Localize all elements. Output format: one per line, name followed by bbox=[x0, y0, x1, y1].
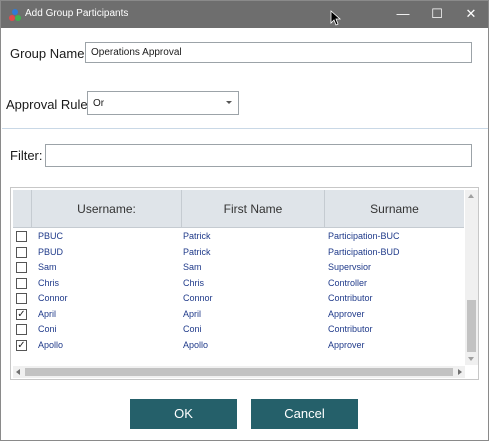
row-select-checkbox[interactable] bbox=[16, 293, 27, 304]
cell-username: April bbox=[38, 308, 57, 319]
cell-surname: Controller bbox=[328, 277, 368, 288]
table-row[interactable]: ✓ April April Approver bbox=[13, 307, 464, 323]
vertical-scrollbar[interactable] bbox=[465, 190, 478, 365]
table-row[interactable]: ✓ Apollo Apollo Approver bbox=[13, 338, 464, 354]
table-row[interactable]: PBUD Patrick Participation-BUD bbox=[13, 245, 464, 261]
cell-first-name: Patrick bbox=[183, 246, 211, 257]
ok-button[interactable]: OK bbox=[130, 399, 237, 429]
cancel-button[interactable]: Cancel bbox=[251, 399, 358, 429]
minimize-button[interactable]: — bbox=[386, 1, 420, 28]
cell-surname: Approver bbox=[328, 339, 365, 350]
maximize-button[interactable]: ☐ bbox=[420, 1, 454, 28]
approval-rule-label: Approval Rule: bbox=[6, 97, 92, 112]
participants-grid: Username: First Name Surname PBUC Patrick… bbox=[10, 187, 479, 380]
table-row[interactable]: Connor Connor Contributor bbox=[13, 291, 464, 307]
row-select-checkbox[interactable] bbox=[16, 262, 27, 273]
scroll-down-arrow-icon[interactable] bbox=[468, 357, 474, 361]
cell-surname: Supervsior bbox=[328, 262, 372, 272]
table-row[interactable]: PBUC Patrick Participation-BUC bbox=[13, 229, 464, 245]
row-select-checkbox[interactable] bbox=[16, 324, 27, 335]
row-select-checkbox[interactable] bbox=[16, 277, 27, 289]
cell-surname: Participation-BUC bbox=[328, 231, 400, 241]
cell-username: Sam bbox=[38, 262, 57, 272]
column-header-select[interactable] bbox=[13, 190, 31, 228]
scroll-up-arrow-icon[interactable] bbox=[468, 194, 474, 198]
cell-username: Chris bbox=[38, 277, 60, 288]
section-divider bbox=[2, 128, 488, 129]
close-button[interactable]: ✕ bbox=[454, 1, 488, 28]
cell-first-name: Patrick bbox=[183, 231, 211, 241]
add-group-participants-window: Add Group Participants — ☐ ✕ Group Name:… bbox=[0, 0, 489, 441]
cell-surname: Contributor bbox=[328, 293, 373, 303]
row-select-checkbox[interactable]: ✓ bbox=[16, 339, 27, 351]
group-name-input[interactable]: Operations Approval bbox=[85, 42, 472, 63]
column-header-username[interactable]: Username: bbox=[31, 190, 181, 228]
table-row[interactable]: Coni Coni Contributor bbox=[13, 322, 464, 338]
cell-first-name: Chris bbox=[183, 277, 205, 288]
vertical-scroll-thumb[interactable] bbox=[467, 300, 476, 352]
table-row[interactable]: Chris Chris Controller bbox=[13, 276, 464, 292]
title-bar[interactable]: Add Group Participants — ☐ ✕ bbox=[1, 1, 488, 28]
cell-first-name: Coni bbox=[183, 324, 202, 334]
horizontal-scrollbar[interactable] bbox=[13, 366, 465, 378]
cell-username: Connor bbox=[38, 293, 68, 303]
mouse-cursor-icon bbox=[330, 10, 342, 26]
cell-username: PBUD bbox=[38, 246, 64, 257]
approval-rule-dropdown[interactable]: Or bbox=[87, 91, 239, 115]
chevron-down-icon bbox=[226, 101, 232, 104]
cell-first-name: Apollo bbox=[183, 339, 209, 350]
scroll-left-arrow-icon[interactable] bbox=[16, 369, 20, 375]
approval-rule-selected-value: Or bbox=[93, 98, 105, 109]
filter-label: Filter: bbox=[10, 148, 43, 163]
app-logo-icon bbox=[9, 9, 21, 21]
window-title: Add Group Participants bbox=[25, 8, 129, 19]
row-select-checkbox[interactable] bbox=[16, 231, 27, 242]
row-select-checkbox[interactable] bbox=[16, 246, 27, 258]
cell-surname: Approver bbox=[328, 308, 365, 319]
cell-surname: Participation-BUD bbox=[328, 246, 400, 257]
cell-surname: Contributor bbox=[328, 324, 373, 334]
cell-first-name: Connor bbox=[183, 293, 213, 303]
table-row[interactable]: Sam Sam Supervsior bbox=[13, 260, 464, 276]
column-header-surname[interactable]: Surname bbox=[324, 190, 464, 228]
column-header-first-name[interactable]: First Name bbox=[181, 190, 324, 228]
horizontal-scroll-thumb[interactable] bbox=[25, 368, 453, 376]
cell-first-name: Sam bbox=[183, 262, 202, 272]
cell-username: Coni bbox=[38, 324, 57, 334]
row-select-checkbox[interactable]: ✓ bbox=[16, 308, 27, 320]
cell-first-name: April bbox=[183, 308, 202, 319]
scroll-right-arrow-icon[interactable] bbox=[458, 369, 462, 375]
cell-username: PBUC bbox=[38, 231, 64, 241]
grid-body: PBUC Patrick Participation-BUC PBUD Patrick P… bbox=[13, 229, 464, 365]
group-name-label: Group Name: bbox=[10, 46, 89, 61]
cell-username: Apollo bbox=[38, 339, 64, 350]
grid-header: Username: First Name Surname bbox=[13, 190, 464, 228]
filter-input[interactable] bbox=[45, 144, 472, 167]
